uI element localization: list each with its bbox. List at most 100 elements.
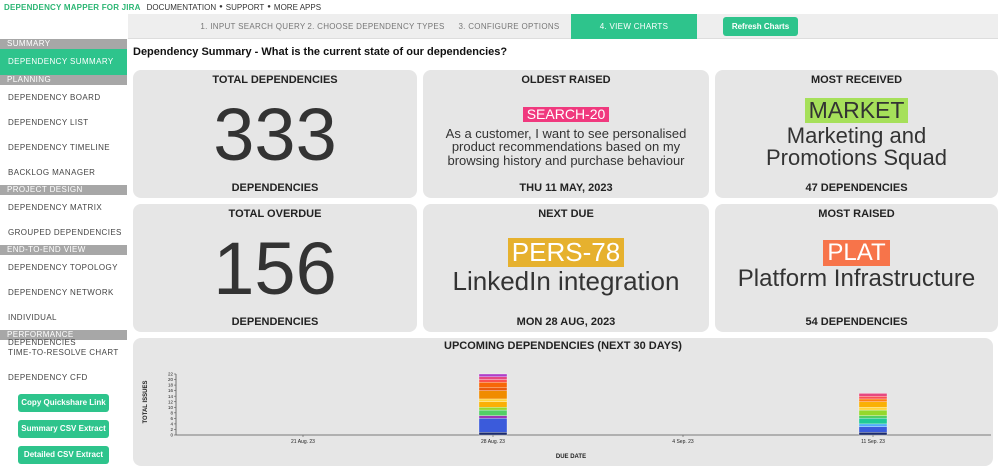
step-input-search-query[interactable]: 1. INPUT SEARCH QUERY [183,14,323,39]
bar-segment [858,401,888,408]
bar-segment [858,393,888,397]
sidebar-item-backlog-manager[interactable]: BACKLOG MANAGER [0,160,127,185]
card-title: TOTAL DEPENDENCIES [212,74,338,86]
bar-segment [858,423,888,427]
project-key-badge[interactable]: PLAT [823,239,890,267]
sidebar-item-dependency-matrix[interactable]: DEPENDENCY MATRIX [0,195,127,220]
sidebar-section-project-design: PROJECT DESIGN [0,185,127,195]
bar-segment [478,379,508,383]
summary-csv-extract-button[interactable]: Summary CSV Extract [18,420,109,438]
y-tick-label: 22 [168,372,174,377]
issue-summary: LinkedIn integration [452,265,680,296]
separator-dot: ● [267,4,271,10]
oldest-raised-card: OLDEST RAISED SEARCH-20 As a customer, I… [423,70,709,198]
y-tick-label: 2 [170,427,173,432]
more-apps-link[interactable]: MORE APPS [274,3,321,12]
upcoming-dependencies-chart-card: UPCOMING DEPENDENCIES (NEXT 30 DAYS) TOT… [133,338,993,466]
bar-segment [858,432,888,436]
team-name: Marketing and Promotions Squad [766,123,947,171]
bar-segment [478,382,508,389]
sidebar-item-time-to-resolve-chart[interactable]: TIME-TO-RESOLVE CHART [0,340,127,365]
sidebar: SUMMARY DEPENDENCY SUMMARY PLANNING DEPE… [0,39,127,472]
sidebar-item-dependency-timeline[interactable]: DEPENDENCY TIMELINE [0,135,127,160]
total-overdue-value: 156 [213,227,337,310]
most-raised-card: MOST RAISED PLAT Platform Infrastructure… [715,204,998,332]
bar-segment [478,432,508,436]
project-key-badge[interactable]: MARKET [804,97,909,124]
bar-segment [858,409,888,416]
sidebar-item-dependency-summary[interactable]: DEPENDENCY SUMMARY [0,49,127,75]
sidebar-item-grouped-dependencies[interactable]: GROUPED DEPENDENCIES [0,220,127,245]
sidebar-item-dependency-list[interactable]: DEPENDENCY LIST [0,110,127,135]
sidebar-item-dependency-board[interactable]: DEPENDENCY BOARD [0,85,127,110]
bar-segment [858,426,888,433]
total-dependencies-value: 333 [213,93,337,176]
bar-segment [478,407,508,411]
issue-key-badge[interactable]: PERS-78 [507,238,625,267]
bar-segment [858,398,888,402]
top-bar: DEPENDENCY MAPPER FOR JIRA DOCUMENTATION… [0,0,998,14]
bar-segment [858,407,888,411]
upcoming-dependencies-chart: UPCOMING DEPENDENCIES (NEXT 30 DAYS) TOT… [143,340,991,460]
card-title: MOST RAISED [818,208,895,220]
bar-segment [478,409,508,416]
documentation-link[interactable]: DOCUMENTATION [147,3,216,12]
y-tick-label: 6 [170,416,173,421]
card-footer: 47 DEPENDENCIES [805,182,908,194]
bar-segment [478,390,508,400]
y-tick-label: 12 [168,399,174,404]
x-tick-label: 21 Aug. 23 [291,439,315,445]
sidebar-section-planning: PLANNING [0,75,127,85]
chart-y-axis-label: TOTAL ISSUES [143,380,149,423]
sidebar-section-summary: SUMMARY [0,39,127,49]
bar-segment [478,398,508,402]
page-title: Dependency Summary - What is the current… [133,46,508,58]
bar-segment [858,415,888,419]
y-tick-label: 14 [168,394,174,399]
step-choose-dependency-types[interactable]: 2. CHOOSE DEPENDENCY TYPES [306,14,446,39]
support-link[interactable]: SUPPORT [226,3,265,12]
card-footer: DEPENDENCIES [231,182,319,194]
sidebar-item-dependency-network[interactable]: DEPENDENCY NETWORK [0,280,127,305]
app-brand[interactable]: DEPENDENCY MAPPER FOR JIRA [4,3,141,12]
x-tick-label: 11 Sep. 23 [861,439,885,445]
y-tick-label: 10 [168,405,174,410]
bar-segment [478,387,508,391]
bar-segment [478,373,508,377]
total-overdue-card: TOTAL OVERDUE 156 DEPENDENCIES [133,204,417,332]
card-footer: 54 DEPENDENCIES [805,316,908,328]
issue-summary: As a customer, I want to see personalise… [445,126,687,168]
step-configure-options[interactable]: 3. CONFIGURE OPTIONS [450,14,568,39]
issue-key-badge[interactable]: SEARCH-20 [522,106,610,123]
total-dependencies-card: TOTAL DEPENDENCIES 333 DEPENDENCIES [133,70,417,198]
sidebar-section-performance: PERFORMANCE [0,330,127,340]
card-title: TOTAL OVERDUE [228,208,322,220]
separator-dot: ● [219,4,223,10]
card-footer: THU 11 MAY, 2023 [519,182,613,194]
copy-quickshare-link-button[interactable]: Copy Quickshare Link [18,394,109,412]
card-title: MOST RECEIVED [810,74,903,86]
card-footer: DEPENDENCIES [231,316,319,328]
y-tick-label: 4 [170,422,173,427]
card-title: NEXT DUE [538,208,594,220]
y-tick-label: 16 [168,388,174,393]
wizard-steps-bar: 1. INPUT SEARCH QUERY 2. CHOOSE DEPENDEN… [128,14,998,39]
y-tick-label: 8 [170,410,173,415]
card-title: OLDEST RAISED [521,74,611,86]
bar-segment [478,376,508,380]
most-received-card: MOST RECEIVED MARKET Marketing and Promo… [715,70,998,198]
sidebar-item-dependency-topology[interactable]: DEPENDENCY TOPOLOGY [0,255,127,280]
refresh-charts-button[interactable]: Refresh Charts [723,17,798,36]
detailed-csv-extract-button[interactable]: Detailed CSV Extract [18,446,109,464]
sidebar-section-end-to-end-view: END-TO-END VIEW [0,245,127,255]
y-tick-label: 18 [168,383,174,388]
next-due-card: NEXT DUE PERS-78 LinkedIn integration MO… [423,204,709,332]
x-tick-label: 28 Aug. 23 [481,439,505,445]
sidebar-item-dependency-cfd[interactable]: DEPENDENCY CFD [0,365,127,390]
chart-x-axis-label: DUE DATE [556,454,586,460]
step-view-charts[interactable]: 4. VIEW CHARTS [571,14,697,39]
chart-marks: 0246810121416182022 21 Aug. 23 28 Aug. 23 4… [168,372,991,445]
y-tick-label: 0 [170,433,173,438]
bar-segment [858,396,888,400]
sidebar-item-individual-dependencies[interactable]: INDIVIDUAL DEPENDENCIES [0,305,127,347]
